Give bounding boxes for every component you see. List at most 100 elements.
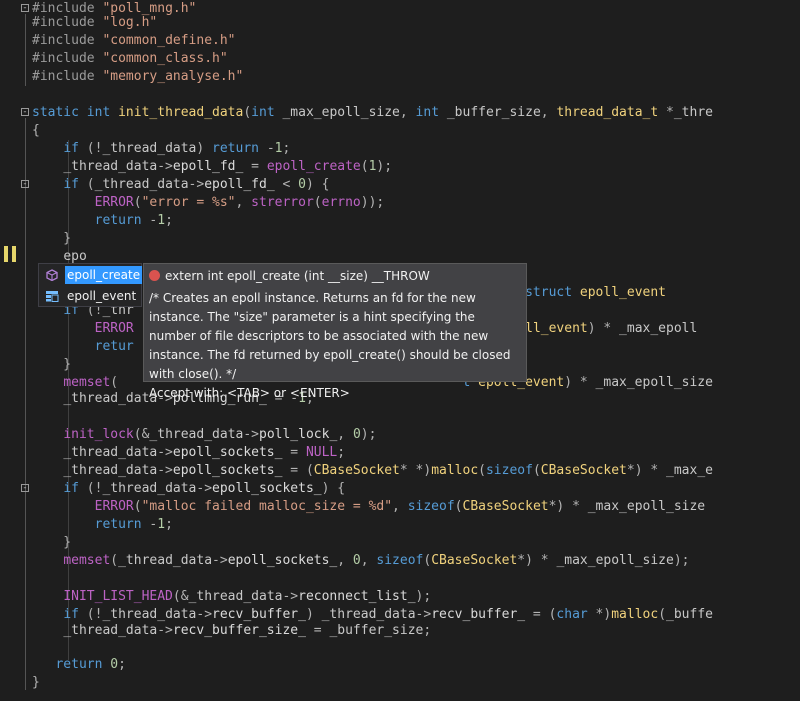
code-line[interactable]: } <box>0 674 800 692</box>
code-line[interactable]: { <box>0 122 800 140</box>
code-text: init_lock(&_thread_data->poll_lock_, 0); <box>32 426 376 444</box>
completion-item-epoll-create[interactable]: epoll_create <box>39 265 143 285</box>
code-line[interactable]: INIT_LIST_HEAD(&_thread_data->reconnect_… <box>0 588 800 606</box>
code-token: ; <box>165 517 173 532</box>
code-token: ERROR <box>94 321 134 336</box>
struct-icon <box>46 291 59 302</box>
code-token: )); <box>360 195 385 210</box>
line-gutter <box>0 140 32 158</box>
code-token: - <box>259 141 275 156</box>
code-token: CBaseSocket <box>540 463 627 478</box>
line-gutter <box>0 552 32 570</box>
code-line[interactable]: - static int init_thread_data(int _max_ep… <box>0 104 800 122</box>
code-token: _thread_data <box>188 589 283 604</box>
code-text: if (!_thread_data) return -1; <box>32 140 290 158</box>
code-token: 0 <box>298 177 306 192</box>
code-token: static <box>32 105 79 120</box>
code-line[interactable]: } <box>0 230 800 248</box>
code-line[interactable]: ERROR("error = %s", strerror(errno)); <box>0 194 800 212</box>
code-token: int <box>415 105 440 120</box>
code-token: -> <box>157 445 173 460</box>
code-line[interactable]: } <box>0 534 800 552</box>
code-text: memset(_thread_data->epoll_sockets_, 0, … <box>32 552 689 570</box>
code-token: _buffer_size <box>329 623 424 638</box>
completion-item-epoll-event[interactable]: epoll_event <box>39 286 141 306</box>
line-gutter <box>0 462 32 480</box>
code-token: ) * <box>587 321 620 336</box>
code-token: char <box>556 607 588 622</box>
line-gutter <box>0 444 32 462</box>
code-token: _thread_data <box>102 481 197 496</box>
code-token: "common_define.h" <box>102 33 236 48</box>
code-token: "malloc failed malloc_size = %d" <box>141 499 393 514</box>
code-line[interactable]: _thread_data->epoll_sockets_ = (CBaseSoc… <box>0 462 800 480</box>
code-token: , <box>337 427 353 442</box>
code-line[interactable]: _thread_data->epoll_fd_ = epoll_create(1… <box>0 158 800 176</box>
line-gutter <box>0 622 32 640</box>
code-line[interactable]: return -1; <box>0 516 800 534</box>
code-token: { <box>32 123 40 138</box>
code-token: epoll_fd_ <box>172 159 244 174</box>
fold-toggle-icon[interactable]: - <box>21 484 29 493</box>
code-line[interactable]: #include "memory_analyse.h" <box>0 68 800 86</box>
code-line[interactable]: _thread_data->epoll_sockets_ = NULL; <box>0 444 800 462</box>
code-token: ) { <box>321 481 346 496</box>
fold-toggle-icon[interactable]: - <box>21 180 29 189</box>
code-token: poll_lock_ <box>259 427 338 442</box>
code-line[interactable]: ERROR("malloc failed malloc_size = %d", … <box>0 498 800 516</box>
code-token: , <box>399 105 416 120</box>
code-text: } <box>32 356 71 374</box>
code-token: ( <box>360 159 369 174</box>
code-line[interactable]: _thread_data->recv_buffer_size_ = _buffe… <box>0 622 800 640</box>
code-line[interactable]: #include "common_class.h" <box>0 50 800 68</box>
code-text: ERROR("malloc failed malloc_size = %d", … <box>32 498 706 516</box>
code-line[interactable]: #include "log.h" <box>0 14 800 32</box>
line-gutter <box>0 230 32 248</box>
code-token: INIT_LIST_HEAD <box>63 589 173 604</box>
code-text: { <box>32 122 40 140</box>
code-line[interactable]: if (!_thread_data) return -1; <box>0 140 800 158</box>
code-line[interactable]: memset(_thread_data->epoll_sockets_, 0, … <box>0 552 800 570</box>
line-gutter <box>0 390 32 408</box>
code-token: _buffer_size <box>446 105 541 120</box>
code-text: ERROR("error = %s", strerror(errno)); <box>32 194 385 212</box>
code-text: return 0; <box>32 656 125 674</box>
code-token: ( <box>133 499 142 514</box>
code-token: (& <box>172 589 189 604</box>
autocomplete-list[interactable]: epoll_create epoll_event <box>38 263 143 307</box>
code-line[interactable]: #include "common_define.h" <box>0 32 800 50</box>
code-token: sizeof <box>485 463 533 478</box>
code-text: return -1; <box>32 212 173 230</box>
fold-toggle-icon[interactable]: - <box>21 108 29 117</box>
code-token: if <box>63 481 79 496</box>
fold-toggle-icon[interactable]: - <box>21 4 29 13</box>
code-token: } <box>32 357 72 372</box>
code-token: , <box>540 105 557 120</box>
code-token: (& <box>133 427 150 442</box>
code-line[interactable]: init_lock(&_thread_data->poll_lock_, 0); <box>0 426 800 444</box>
code-line[interactable]: return 0; <box>0 656 800 674</box>
code-token: _thread_data <box>63 445 158 460</box>
code-token: _max_epoll <box>619 321 698 336</box>
line-gutter <box>0 534 32 552</box>
code-token: ( <box>110 553 119 568</box>
code-text: static int init_thread_data(int _max_epo… <box>32 104 713 122</box>
code-line[interactable]: return -1; <box>0 212 800 230</box>
code-token: epo <box>63 249 87 264</box>
code-line[interactable]: - if (!_thread_data->epoll_sockets_) { <box>0 480 800 498</box>
code-token: return <box>94 517 142 532</box>
code-token: ERROR <box>94 499 134 514</box>
code-text: _thread_data->epoll_sockets_ = NULL; <box>32 444 345 462</box>
code-line[interactable]: - if (_thread_data->epoll_fd_ < 0) { <box>0 176 800 194</box>
line-gutter <box>0 516 32 534</box>
code-token: = <box>243 159 267 174</box>
code-token: errno <box>321 195 361 210</box>
line-gutter <box>0 674 32 692</box>
code-token: epoll_create <box>266 159 361 174</box>
code-token: ) * <box>564 375 596 390</box>
